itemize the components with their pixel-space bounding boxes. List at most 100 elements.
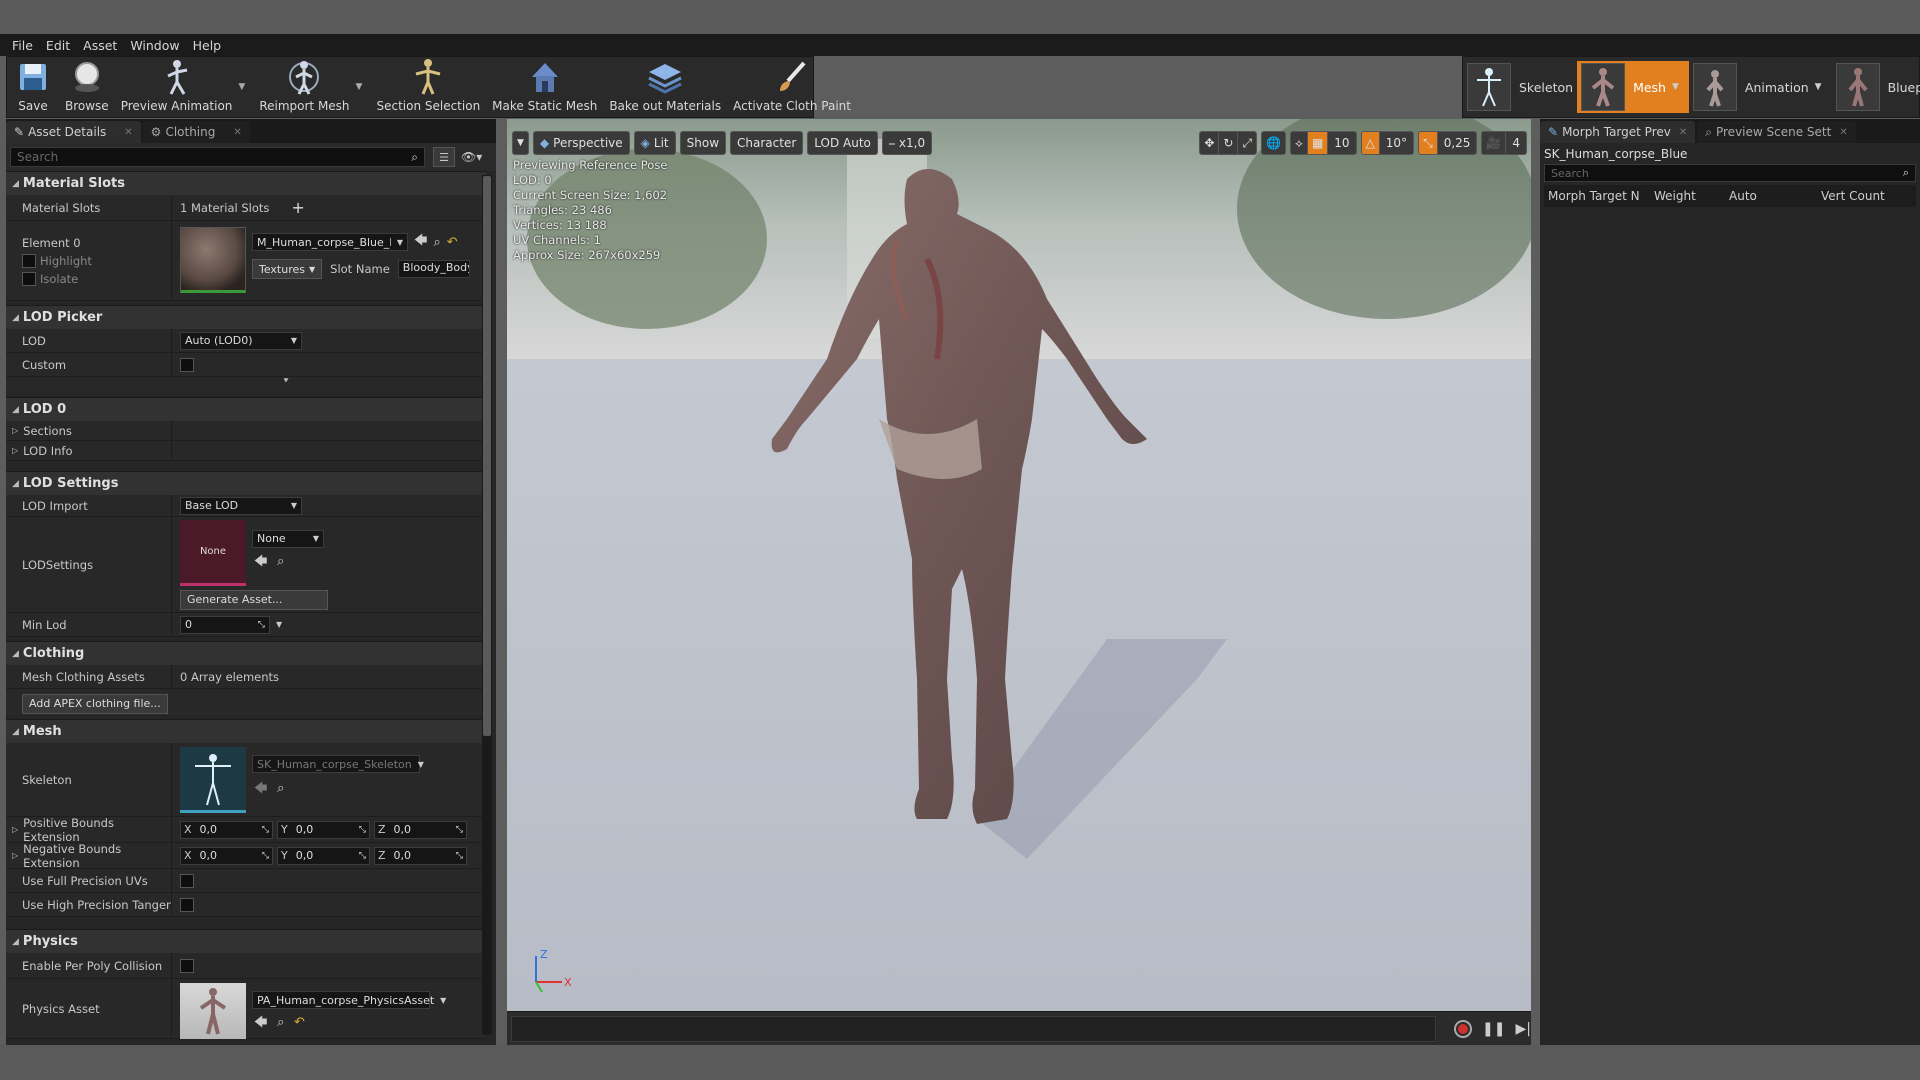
expand-arrow-icon[interactable]: ▷: [12, 851, 18, 860]
reimport-dropdown-icon[interactable]: ▼: [356, 57, 363, 117]
column-header-weight[interactable]: Weight: [1654, 189, 1729, 203]
physics-asset-dropdown[interactable]: PA_Human_corpse_PhysicsAsset ▼: [252, 991, 446, 1009]
mode-animation[interactable]: Animation ▼: [1689, 61, 1832, 113]
browse-search-icon[interactable]: ⌕: [277, 554, 284, 569]
category-material-slots[interactable]: ◢ Material Slots: [6, 171, 486, 195]
section-selection-button[interactable]: Section Selection: [370, 57, 486, 117]
custom-checkbox[interactable]: [180, 357, 194, 372]
category-lod-picker[interactable]: ◢ LOD Picker: [6, 305, 486, 329]
reimport-mesh-button[interactable]: Reimport Mesh: [253, 57, 355, 117]
generate-asset-button[interactable]: Generate Asset...: [180, 589, 328, 610]
preview-animation-dropdown-icon[interactable]: ▼: [238, 57, 245, 117]
scale-snap-icon[interactable]: ⤡: [1418, 131, 1437, 155]
eye-icon[interactable]: 👁▾: [461, 150, 482, 164]
rotate-icon[interactable]: ↻: [1218, 131, 1238, 155]
tab-clothing[interactable]: ⚙ Clothing ✕: [142, 121, 250, 143]
tab-asset-details[interactable]: ✎ Asset Details ✕: [6, 121, 141, 143]
close-icon[interactable]: ✕: [1679, 127, 1687, 138]
category-clothing[interactable]: ◢ Clothing: [6, 641, 486, 665]
reset-arrow-icon[interactable]: ↶: [447, 235, 458, 250]
mode-skeleton[interactable]: Skeleton: [1463, 61, 1577, 113]
browse-button[interactable]: Browse: [59, 57, 115, 117]
high-precision-tangent-checkbox[interactable]: [180, 897, 194, 912]
neg-z-input[interactable]: Z 0,0 ⤡: [374, 846, 467, 865]
menu-asset[interactable]: Asset: [83, 38, 117, 53]
category-physics[interactable]: ◢ Physics: [6, 929, 486, 953]
reset-arrow-icon[interactable]: ↶: [294, 1015, 305, 1030]
perspective-button[interactable]: ◆ Perspective: [532, 131, 630, 155]
full-precision-uvs-checkbox[interactable]: [180, 873, 194, 888]
menu-edit[interactable]: Edit: [46, 38, 70, 53]
pos-z-input[interactable]: Z 0,0 ⤡: [374, 820, 467, 839]
save-button[interactable]: Save: [7, 57, 59, 117]
pause-icon[interactable]: ❚❚: [1482, 1021, 1505, 1037]
mode-blueprint[interactable]: Blueprint: [1832, 61, 1920, 113]
close-icon[interactable]: ✕: [124, 127, 132, 138]
skeleton-dropdown[interactable]: SK_Human_corpse_Skeleton ▼: [252, 755, 424, 773]
category-lod0[interactable]: ◢ LOD 0: [6, 397, 486, 421]
per-poly-collision-checkbox[interactable]: [180, 958, 194, 973]
expand-advanced-icon[interactable]: ⯆: [6, 377, 486, 391]
material-asset-dropdown[interactable]: M_Human_corpse_Blue_NoH ▼: [252, 233, 408, 251]
close-icon[interactable]: ✕: [1839, 127, 1847, 138]
playback-speed-button[interactable]: ⎯ x1,0: [881, 131, 933, 155]
details-search-input[interactable]: Search ⌕: [10, 147, 425, 167]
use-selected-arrow-icon[interactable]: 🡄: [414, 231, 427, 253]
mode-animation-dropdown-icon[interactable]: ▼: [1815, 82, 1822, 92]
use-selected-arrow-icon[interactable]: 🡄: [254, 554, 267, 569]
menu-file[interactable]: File: [12, 38, 33, 53]
tab-preview-scene-settings[interactable]: ⌕ Preview Scene Sett ✕: [1697, 121, 1856, 143]
character-button[interactable]: Character: [730, 131, 804, 155]
isolate-checkbox[interactable]: [22, 271, 36, 286]
add-icon[interactable]: +: [291, 198, 304, 217]
scale-icon[interactable]: ⤢: [1237, 131, 1258, 155]
lod-auto-button[interactable]: LOD Auto: [807, 131, 878, 155]
camera-speed-icon[interactable]: 🎥: [1481, 131, 1506, 155]
dropdown-arrow-icon[interactable]: ▼: [276, 620, 282, 629]
surface-snap-icon[interactable]: ⟡: [1290, 131, 1307, 155]
min-lod-input[interactable]: 0 ⤡: [180, 615, 270, 634]
rotation-snap-icon[interactable]: △: [1360, 131, 1379, 155]
column-header-morph-target[interactable]: Morph Target N: [1544, 189, 1654, 203]
menu-window[interactable]: Window: [130, 38, 179, 53]
lodsettings-dropdown[interactable]: None ▼: [252, 529, 324, 548]
grid-snap-icon[interactable]: ▦: [1306, 131, 1328, 155]
close-icon[interactable]: ✕: [233, 127, 241, 138]
pos-x-input[interactable]: X 0,0 ⤡: [180, 820, 273, 839]
sections-row[interactable]: ▷ Sections: [6, 421, 486, 441]
add-apex-clothing-button[interactable]: Add APEX clothing file...: [22, 693, 168, 714]
camera-speed-value[interactable]: 4: [1505, 131, 1527, 155]
neg-y-input[interactable]: Y 0,0 ⤡: [277, 846, 370, 865]
grid-snap-value[interactable]: 10: [1327, 131, 1357, 155]
physics-asset-thumbnail[interactable]: [180, 983, 246, 1039]
lodsettings-thumbnail[interactable]: None: [180, 519, 246, 586]
menu-help[interactable]: Help: [193, 38, 222, 53]
tab-morph-target-preview[interactable]: ✎ Morph Target Prev ✕: [1540, 121, 1696, 143]
category-mesh[interactable]: ◢ Mesh: [6, 719, 486, 743]
world-local-icon[interactable]: 🌐: [1261, 131, 1286, 155]
browse-search-icon[interactable]: ⌕: [277, 781, 284, 796]
mode-mesh[interactable]: Mesh ▼: [1577, 61, 1689, 113]
activate-cloth-paint-button[interactable]: Activate Cloth Paint: [727, 57, 857, 117]
rotation-snap-value[interactable]: 10°: [1378, 131, 1415, 155]
translate-icon[interactable]: ✥: [1199, 131, 1219, 155]
column-header-vert-count[interactable]: Vert Count: [1821, 189, 1885, 203]
record-icon[interactable]: [1454, 1019, 1473, 1038]
pos-y-input[interactable]: Y 0,0 ⤡: [277, 820, 370, 839]
use-selected-arrow-icon[interactable]: 🡄: [254, 781, 267, 796]
mode-mesh-dropdown-icon[interactable]: ▼: [1672, 82, 1679, 92]
scrollbar-thumb[interactable]: [483, 176, 491, 736]
step-forward-icon[interactable]: ▶|: [1516, 1021, 1531, 1037]
lod-dropdown[interactable]: Auto (LOD0) ▼: [180, 331, 302, 350]
slot-name-input[interactable]: Bloody_Body: [397, 260, 470, 278]
textures-dropdown[interactable]: Textures ▼: [252, 259, 323, 279]
show-button[interactable]: Show: [679, 131, 727, 155]
make-static-mesh-button[interactable]: Make Static Mesh: [486, 57, 603, 117]
skeleton-thumbnail[interactable]: [180, 747, 246, 813]
use-selected-arrow-icon[interactable]: 🡄: [254, 1015, 267, 1030]
view-options-icon[interactable]: ☰: [433, 147, 455, 167]
preview-animation-button[interactable]: Preview Animation: [115, 57, 239, 117]
column-header-auto[interactable]: Auto: [1729, 189, 1821, 203]
category-lod-settings[interactable]: ◢ LOD Settings: [6, 471, 486, 495]
browse-search-icon[interactable]: ⌕: [433, 235, 440, 250]
